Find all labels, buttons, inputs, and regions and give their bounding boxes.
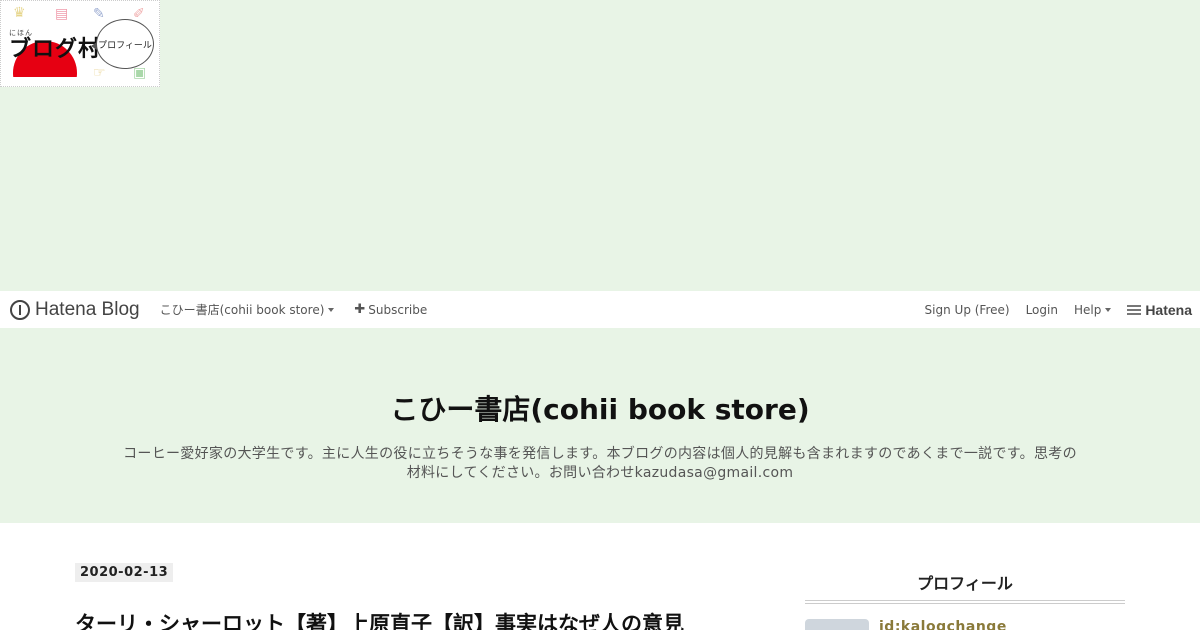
avatar[interactable]	[805, 619, 869, 630]
entry-date[interactable]: 2020-02-13	[75, 563, 174, 582]
navbar-right: Sign Up (Free) Login Help Hatena	[909, 302, 1200, 318]
hatena-blog-icon	[10, 299, 30, 320]
blog-title[interactable]: こひー書店(cohii book store)	[0, 388, 1200, 428]
subscribe-button[interactable]: ✚ Subscribe	[354, 302, 427, 317]
blog-header: こひー書店(cohii book store) コーヒー愛好家の大学生です。主に…	[0, 328, 1200, 523]
document-icon: ▤	[55, 6, 69, 22]
profile-id-link[interactable]: id:kalogchange	[879, 619, 1007, 630]
hatena-logo-text: Hatena	[1145, 301, 1192, 318]
profile-bubble[interactable]: プロフィール	[91, 19, 154, 69]
sidebar-profile-title: プロフィール	[917, 574, 1013, 593]
sidebar-divider	[805, 600, 1125, 604]
hatena-blog-logo[interactable]: Hatena Blog	[10, 299, 140, 321]
signup-link[interactable]: Sign Up (Free)	[925, 303, 1010, 317]
hand-icon: ☞	[93, 65, 106, 81]
main-content: 2020-02-13 ターリ・シャーロット【著】上原直子【訳】事実はなぜ人の意見…	[0, 523, 1200, 630]
caret-down-icon	[328, 307, 335, 312]
notebook-icon: ✎	[93, 6, 105, 22]
help-menu[interactable]: Help	[1073, 302, 1112, 317]
subscribe-label: Subscribe	[368, 302, 428, 317]
plus-icon: ✚	[354, 302, 366, 317]
blog-menu[interactable]: こひー書店(cohii book store)	[160, 301, 335, 318]
login-link[interactable]: Login	[1026, 303, 1058, 317]
blog-menu-label: こひー書店(cohii book store)	[159, 303, 325, 317]
caret-down-icon	[1105, 307, 1112, 312]
crown-icon: ♛	[13, 5, 26, 21]
blogmura-banner[interactable]: ♛ ▤ ✎ ✐ ▭ ✂ ☞ ▣ にほん ブログ村 プロフィール	[0, 0, 160, 87]
hatena-navbar: Hatena Blog こひー書店(cohii book store) ✚ Su…	[0, 291, 1200, 328]
hatena-logo-icon	[1127, 303, 1142, 317]
hatena-logo[interactable]: Hatena	[1127, 302, 1192, 318]
hatena-blog-logo-text: Hatena Blog	[35, 298, 140, 320]
brand-name: ブログ村	[9, 37, 102, 62]
entry-title[interactable]: ターリ・シャーロット【著】上原直子【訳】事実はなぜ人の意見	[75, 608, 755, 630]
help-label: Help	[1073, 302, 1102, 317]
blog-description: コーヒー愛好家の大学生です。主に人生の役に立ちそうな事を発信します。本ブログの内…	[123, 446, 1077, 481]
